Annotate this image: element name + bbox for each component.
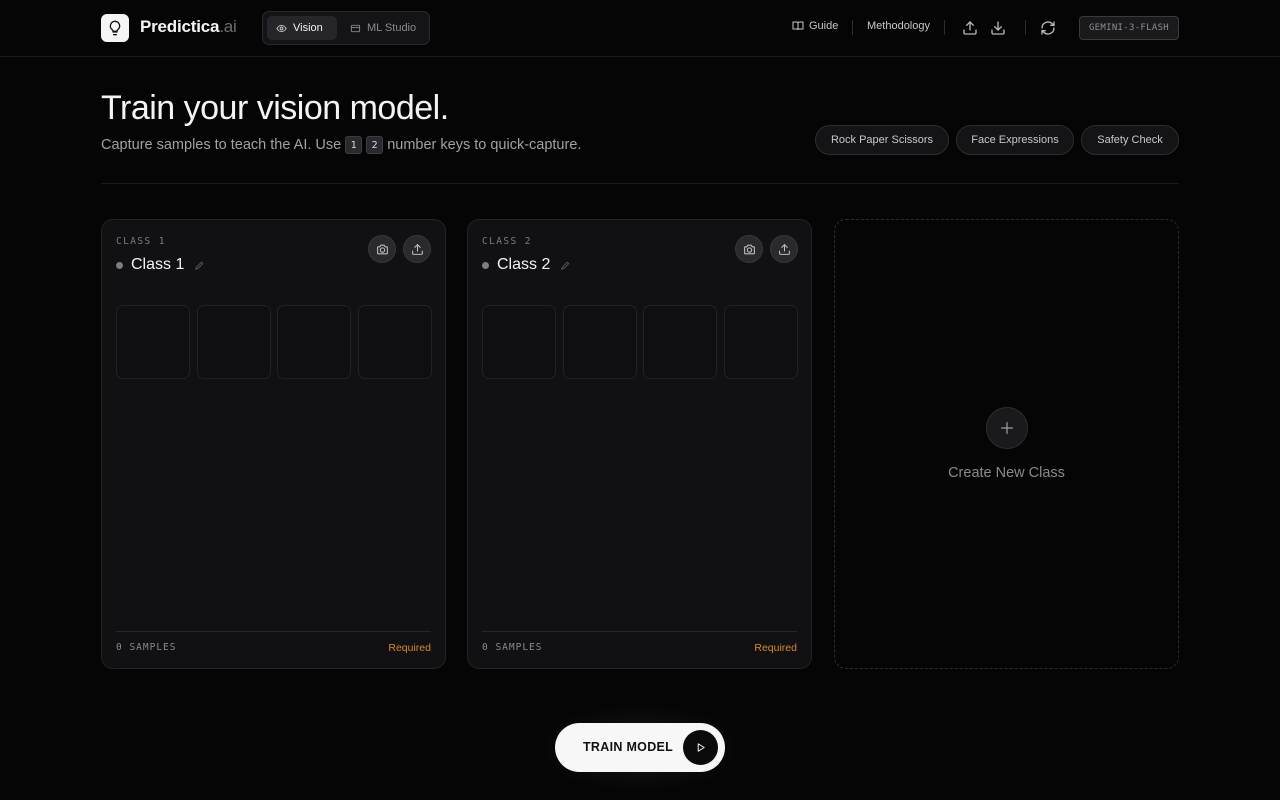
sample-slot[interactable] (482, 305, 556, 379)
brand-name-suffix: .ai (219, 17, 237, 36)
class-card-label: CLASS 2 (482, 236, 532, 247)
play-icon (683, 730, 718, 765)
create-new-class-button[interactable]: Create New Class (834, 219, 1179, 669)
create-new-class-label: Create New Class (948, 465, 1065, 481)
webcam-capture-button[interactable] (735, 235, 763, 263)
preset-safety-check[interactable]: Safety Check (1081, 125, 1179, 155)
upload-samples-button[interactable] (403, 235, 431, 263)
sample-slot[interactable] (562, 305, 637, 379)
download-button[interactable] (988, 18, 1008, 38)
tab-ml-studio-label: ML Studio (367, 22, 417, 34)
train-model-label: TRAIN MODEL (583, 740, 674, 754)
guide-link[interactable]: Guide (792, 20, 838, 32)
status-dot (482, 261, 489, 269)
sample-slots (116, 305, 432, 379)
required-badge: Required (754, 642, 797, 654)
class-name[interactable]: Class 1 (131, 256, 184, 274)
sample-slots (482, 305, 798, 379)
divider (1025, 20, 1026, 35)
tab-vision[interactable]: Vision (267, 16, 337, 40)
edit-icon[interactable] (194, 260, 205, 271)
sample-count: 0 SAMPLES (116, 642, 177, 653)
section-divider (101, 183, 1179, 184)
preset-face-expressions[interactable]: Face Expressions (956, 125, 1074, 155)
methodology-link[interactable]: Methodology (867, 20, 930, 32)
mode-switcher: Vision ML Studio (262, 11, 430, 45)
model-badge[interactable]: GEMINI-3-FLASH (1079, 16, 1179, 40)
page-subtitle: Capture samples to teach the AI. Use 1 2… (101, 136, 581, 154)
download-icon (991, 21, 1005, 35)
brand-name[interactable]: Predictica.ai (140, 17, 237, 37)
class-card-footer: 0 SAMPLES Required (116, 631, 431, 654)
class-name-row: Class 1 (116, 256, 205, 274)
required-badge: Required (388, 642, 431, 654)
class-card-footer: 0 SAMPLES Required (482, 631, 797, 654)
sample-slot[interactable] (196, 305, 271, 379)
refresh-icon (1041, 21, 1055, 35)
brand-name-main: Predictica (140, 17, 220, 36)
sample-count: 0 SAMPLES (482, 642, 543, 653)
key-2-hint: 2 (366, 136, 384, 154)
upload-icon (778, 243, 790, 255)
upload-button[interactable] (960, 18, 980, 38)
class-name[interactable]: Class 2 (497, 256, 550, 274)
upload-samples-button[interactable] (770, 235, 798, 263)
status-dot (116, 261, 123, 269)
subtitle-text-start: Capture samples to teach the AI. Use (101, 137, 342, 153)
webcam-capture-button[interactable] (368, 235, 396, 263)
class-card-label: CLASS 1 (116, 236, 166, 247)
class-card: CLASS 2 Class 2 0 SAMPLES Required (467, 219, 812, 669)
sample-slot[interactable] (357, 305, 432, 379)
lightbulb-logo-icon[interactable] (101, 14, 129, 42)
preset-rock-paper-scissors[interactable]: Rock Paper Scissors (815, 125, 949, 155)
tab-vision-label: Vision (293, 22, 323, 34)
divider (852, 20, 853, 35)
divider (944, 20, 945, 35)
eye-icon (276, 24, 287, 32)
camera-icon (743, 244, 755, 254)
methodology-label: Methodology (867, 20, 930, 32)
subtitle-text-end: number keys to quick-capture. (387, 137, 582, 153)
upload-icon (411, 243, 423, 255)
edit-icon[interactable] (560, 260, 571, 271)
page-title: Train your vision model. (101, 89, 449, 127)
refresh-button[interactable] (1038, 18, 1058, 38)
sample-slot[interactable] (643, 305, 718, 379)
dataset-icon (350, 24, 361, 32)
book-icon (792, 21, 804, 31)
upload-icon (963, 21, 977, 35)
sample-slot[interactable] (277, 305, 352, 379)
train-model-button[interactable]: TRAIN MODEL (555, 723, 725, 772)
plus-icon (986, 407, 1028, 449)
top-nav-bar: Predictica.ai Vision ML Studio Guide Met… (0, 0, 1280, 57)
class-name-row: Class 2 (482, 256, 571, 274)
sample-slot[interactable] (116, 305, 190, 379)
sample-slot[interactable] (723, 305, 798, 379)
tab-ml-studio[interactable]: ML Studio (341, 16, 427, 40)
key-1-hint: 1 (345, 136, 363, 154)
class-card: CLASS 1 Class 1 0 SAMPLES Required (101, 219, 446, 669)
guide-label: Guide (809, 20, 839, 32)
camera-icon (376, 244, 388, 254)
